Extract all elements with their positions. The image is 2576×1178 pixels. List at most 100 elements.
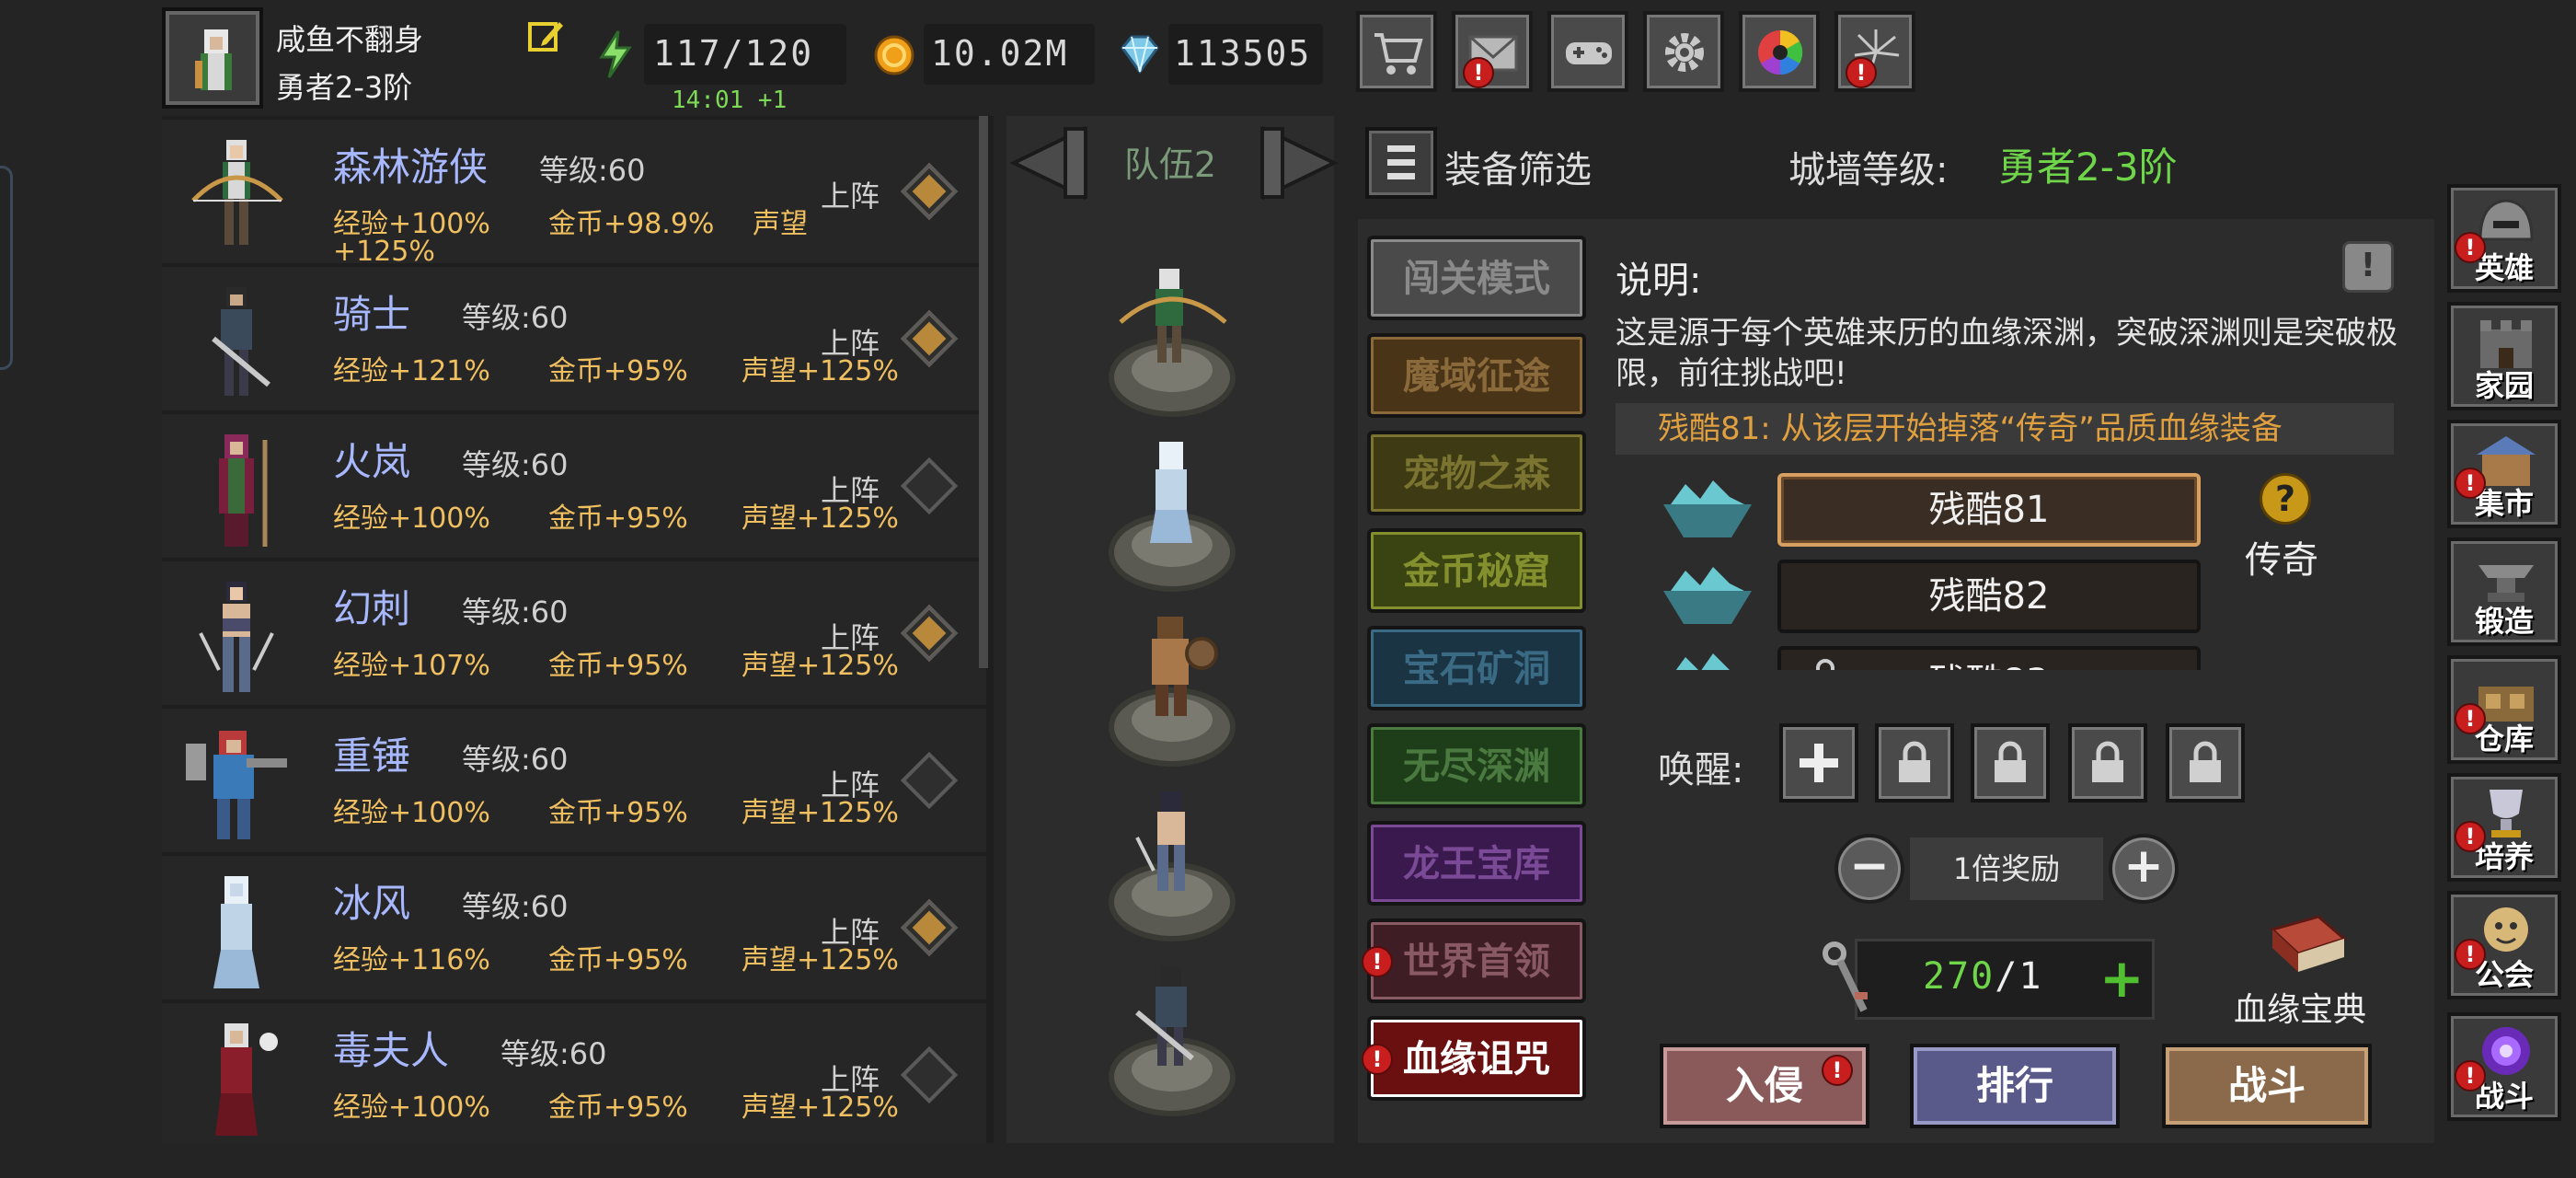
shop-button[interactable] xyxy=(1356,11,1437,92)
sidebar-button[interactable]: 战斗! xyxy=(2447,1012,2561,1121)
awaken-slot-add[interactable] xyxy=(1779,723,1858,803)
team-slot-phantom-assassin[interactable] xyxy=(1100,782,1244,957)
hero-row-ice-wind[interactable]: 冰风 等级:60 经验+116% 金币+95% 声望+125% 上阵 xyxy=(162,856,986,999)
mode-button[interactable]: 世界首领 xyxy=(1367,918,1586,1003)
mode-button[interactable]: 魔域征途 xyxy=(1367,333,1586,418)
deploy-toggle[interactable] xyxy=(900,456,959,515)
hero-gold-bonus: 金币+98.9% xyxy=(548,208,715,240)
deploy-toggle[interactable] xyxy=(900,162,959,221)
edit-name-icon[interactable] xyxy=(526,17,565,55)
team-slot-warrior[interactable] xyxy=(1100,607,1244,782)
awaken-slot-locked[interactable] xyxy=(2166,723,2245,803)
sidebar-label: 家园 xyxy=(2474,368,2534,403)
hero-row-knight[interactable]: 骑士 等级:60 经验+121% 金币+95% 声望+125% 上阵 xyxy=(162,267,986,410)
hero-row-phantom-assassin[interactable]: 幻刺 等级:60 经验+107% 金币+95% 声望+125% 上阵 xyxy=(162,561,986,705)
awaken-slot-locked[interactable] xyxy=(1971,723,2050,803)
hero-sprite-fire-storm xyxy=(219,434,268,547)
hero-exp-bonus: 经验+121% xyxy=(333,355,490,387)
multiplier-minus-button[interactable]: − xyxy=(1834,834,1904,904)
gamepad-button[interactable] xyxy=(1547,11,1628,92)
lock-icon xyxy=(1899,741,1930,782)
awaken-slot-locked[interactable] xyxy=(2068,723,2147,803)
sidebar-alert-badge: ! xyxy=(2455,939,2486,970)
deploy-toggle[interactable] xyxy=(900,1045,959,1104)
wall-level-label: 城墙等级: xyxy=(1788,149,1949,191)
mode-button[interactable]: 金币秘窟 xyxy=(1367,528,1586,613)
mode-button[interactable]: 龙王宝库 xyxy=(1367,821,1586,906)
sidebar-label: 锻造 xyxy=(2474,604,2534,639)
add-keys-button[interactable]: + xyxy=(2099,952,2145,1005)
energy-timer: 14:01 +1 xyxy=(672,87,788,114)
equipment-filter-label[interactable]: 装备筛选 xyxy=(1444,140,1592,193)
ranking-button[interactable]: 排行 xyxy=(1910,1044,2120,1128)
mail-button[interactable]: ! xyxy=(1452,11,1533,92)
hero-list-scrollbar[interactable] xyxy=(979,116,988,668)
fireworks-button[interactable]: ! xyxy=(1834,11,1915,92)
level-button[interactable]: 残酷82 xyxy=(1777,560,2201,633)
hero-row-fire-storm[interactable]: 火岚 等级:60 经验+100% 金币+95% 声望+125% 上阵 xyxy=(162,414,986,558)
battle-button[interactable]: 战斗 xyxy=(2162,1044,2372,1128)
mail-alert-badge: ! xyxy=(1463,57,1494,88)
sidebar-button[interactable]: 英雄! xyxy=(2447,184,2561,293)
floating-island-icon xyxy=(1675,653,1730,670)
hero-level: 等级:60 xyxy=(539,153,646,188)
mode-button[interactable]: 无尽深渊 xyxy=(1367,723,1586,808)
next-team-arrow-icon[interactable] xyxy=(1257,125,1341,201)
multiplier-label: 1倍奖励 xyxy=(1910,837,2103,900)
sidebar-button[interactable]: 家园 xyxy=(2447,302,2561,410)
deploy-toggle[interactable] xyxy=(900,309,959,368)
sidebar-alert-badge: ! xyxy=(2455,821,2486,852)
side-drawer-tab[interactable] xyxy=(0,166,13,370)
mode-button[interactable]: 闯关模式 xyxy=(1367,236,1586,320)
player-name: 咸鱼不翻身 xyxy=(276,22,424,57)
awaken-slot-locked[interactable] xyxy=(1875,723,1954,803)
hero-name: 幻刺 xyxy=(333,586,411,631)
multiplier-plus-button[interactable]: + xyxy=(2109,834,2179,904)
drop-notice: 残酷81: 从该层开始掉落“传奇”品质血缘装备 xyxy=(1616,403,2394,455)
hero-gold-bonus: 金币+95% xyxy=(548,502,688,535)
level-row-locked[interactable]: 残酷83 xyxy=(1616,637,2398,670)
bloodline-tome-label[interactable]: 血缘宝典 xyxy=(2234,983,2366,1031)
deploy-label: 上阵 xyxy=(821,179,880,214)
mode-button[interactable]: 血缘诅咒 xyxy=(1367,1016,1586,1101)
deploy-toggle[interactable] xyxy=(900,751,959,810)
hero-sprite-phantom-assassin xyxy=(199,582,274,692)
team-slot-ice-wind[interactable] xyxy=(1100,433,1244,607)
hero-level: 等级:60 xyxy=(462,595,569,629)
sidebar-button[interactable]: 集市! xyxy=(2447,420,2561,528)
team-slot-knight[interactable] xyxy=(1100,957,1244,1132)
color-wheel-button[interactable] xyxy=(1739,11,1820,92)
quality-help-icon[interactable]: ? xyxy=(2260,473,2311,525)
lock-icon xyxy=(1995,741,2026,782)
sidebar-button[interactable]: 仓库! xyxy=(2447,655,2561,764)
hero-name: 冰风 xyxy=(333,881,411,926)
deploy-toggle[interactable] xyxy=(900,604,959,663)
info-icon[interactable]: ! xyxy=(2342,241,2394,293)
hero-exp-bonus: 经验+107% xyxy=(333,650,490,682)
hero-sprite-poison-lady xyxy=(215,1023,278,1136)
settings-button[interactable] xyxy=(1643,11,1724,92)
sidebar-alert-badge: ! xyxy=(2455,1060,2486,1091)
sidebar-button[interactable]: 公会! xyxy=(2447,891,2561,999)
hero-level: 等级:60 xyxy=(500,1036,607,1071)
player-avatar[interactable] xyxy=(162,7,263,109)
hero-list[interactable]: 森林游侠 等级:60 经验+100% 金币+98.9% 声望 +125% 上阵 … xyxy=(162,116,994,1143)
team-slot-forest-ranger[interactable] xyxy=(1100,258,1244,433)
deploy-label: 上阵 xyxy=(821,620,880,655)
deploy-toggle[interactable] xyxy=(900,898,959,957)
bloodline-tome-icon[interactable] xyxy=(2263,911,2352,990)
sidebar-button[interactable]: 锻造 xyxy=(2447,537,2561,646)
prev-team-arrow-icon[interactable] xyxy=(1006,125,1091,201)
hero-row-poison-lady[interactable]: 毒夫人 等级:60 经验+100% 金币+95% 声望+125% 上阵 xyxy=(162,1003,986,1143)
hero-row-heavy-hammer[interactable]: 重锤 等级:60 经验+100% 金币+95% 声望+125% 上阵 xyxy=(162,709,986,852)
awaken-label: 唤醒: xyxy=(1658,749,1744,791)
mode-button[interactable]: 宝石矿洞 xyxy=(1367,626,1586,710)
level-button-selected[interactable]: 残酷81 xyxy=(1777,473,2201,547)
equipment-filter-button[interactable] xyxy=(1365,127,1437,199)
sidebar-alert-badge: ! xyxy=(2455,703,2486,734)
hero-name: 重锤 xyxy=(333,733,411,779)
mode-button[interactable]: 宠物之森 xyxy=(1367,431,1586,515)
sidebar-button[interactable]: 培养! xyxy=(2447,773,2561,882)
hero-row-forest-ranger[interactable]: 森林游侠 等级:60 经验+100% 金币+98.9% 声望 +125% 上阵 xyxy=(162,120,986,268)
hero-name: 骑士 xyxy=(333,292,411,337)
